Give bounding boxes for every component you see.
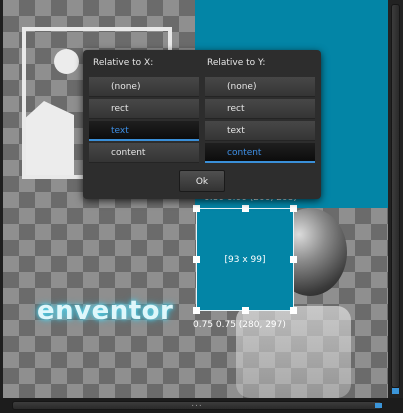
vertical-scroll-thumb[interactable] [391,4,400,388]
resize-handle-bottom-left[interactable] [193,307,200,314]
relative-x-option-text[interactable]: text [89,121,199,141]
resize-handle-top-left[interactable] [193,205,200,212]
relative-y-option-content[interactable]: content [205,143,315,163]
resize-handle-bottom[interactable] [242,307,249,314]
selected-object-size: [93 x 99] [224,255,266,265]
scroll-grip-icon: ... [191,399,203,409]
horizontal-scroll-thumb[interactable]: ... [12,399,382,410]
resize-handle-top-right[interactable] [290,205,297,212]
resize-handle-top[interactable] [242,205,249,212]
relative-y-option-none[interactable]: (none) [205,77,315,97]
layout-canvas: enventor 0.80 0.00 (200, 208) [93 x 99] … [3,0,388,398]
relative-x-title: Relative to X: [93,58,154,68]
ok-button[interactable]: Ok [179,170,225,192]
vertical-scroll-indicator [392,388,399,394]
relative-x-option-rect[interactable]: rect [89,99,199,119]
horizontal-scrollbar[interactable]: ... [0,398,403,413]
relative-x-option-none[interactable]: (none) [89,77,199,97]
horizontal-scroll-indicator [375,403,382,408]
resize-handle-bottom-right[interactable] [290,307,297,314]
relative-y-title: Relative to Y: [207,58,266,68]
relative-setting-dialog: Relative to X: Relative to Y: (none) rec… [83,50,321,199]
relative-y-option-rect[interactable]: rect [205,99,315,119]
resize-handle-left[interactable] [193,256,200,263]
resize-handle-right[interactable] [290,256,297,263]
relative-x-option-content[interactable]: content [89,143,199,163]
vertical-scrollbar[interactable] [388,0,403,398]
relative-y-option-text[interactable]: text [205,121,315,141]
enventor-logo-text[interactable]: enventor [37,296,173,326]
object-position-label-bottom: 0.75 0.75 (280, 297) [193,320,286,330]
selected-object-box[interactable]: [93 x 99] [193,205,297,314]
